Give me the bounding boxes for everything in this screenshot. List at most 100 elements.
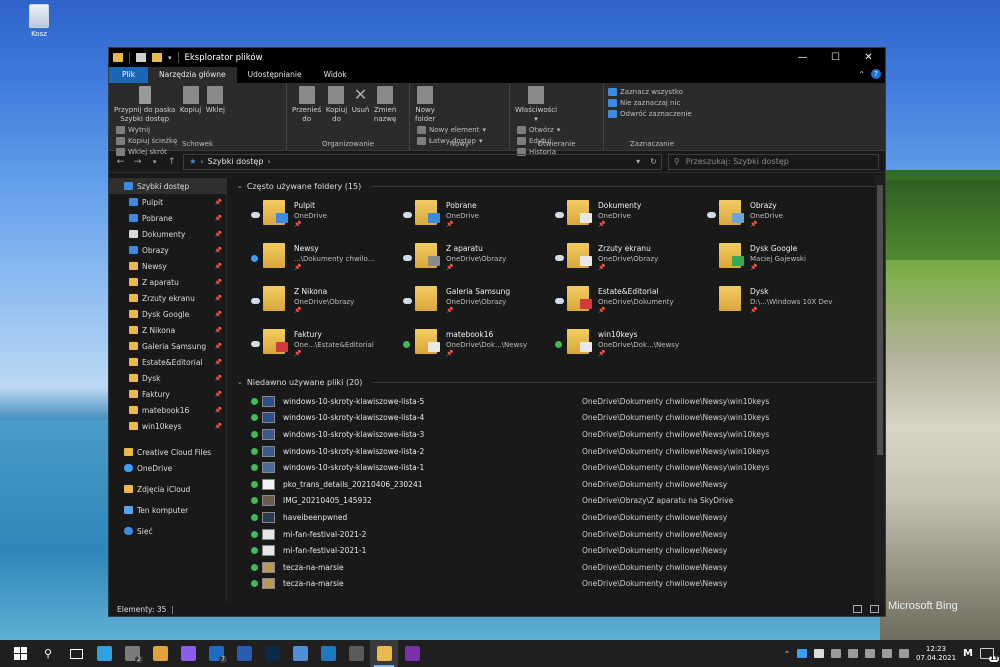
sidebar-item[interactable]: Sieć <box>109 523 226 539</box>
forward-arrow-icon[interactable]: → <box>132 157 143 167</box>
delete-button[interactable]: ✕ Usuń <box>352 86 370 115</box>
breadcrumb-quick-access[interactable]: Szybki dostęp <box>208 157 264 166</box>
taskbar-search[interactable]: ⚲ <box>34 640 62 667</box>
vertical-scrollbar[interactable] <box>875 175 885 602</box>
up-arrow-icon[interactable]: ↑ <box>166 157 177 167</box>
sidebar-item[interactable]: Z aparatu 📌 <box>109 274 226 290</box>
folder-tile[interactable]: win10keys OneDrive\Dok...\Newsy 📌 <box>555 325 707 368</box>
sidebar-item[interactable]: Pulpit 📌 <box>109 194 226 210</box>
file-row[interactable]: mi-fan-festival-2021-1 OneDrive\Dokumenty… <box>251 542 885 559</box>
new-item-button[interactable]: Nowy element ▾ <box>417 126 486 134</box>
taskbar-slack[interactable] <box>146 640 174 667</box>
taskbar-word[interactable] <box>230 640 258 667</box>
copy-button[interactable]: Kopiuj <box>180 86 201 115</box>
paste-shortcut-button[interactable]: Wklej skrót <box>116 148 177 156</box>
sidebar-item[interactable]: win10keys 📌 <box>109 418 226 434</box>
folder-tile[interactable]: Zrzuty ekranu OneDrive\Obrazy 📌 <box>555 239 707 282</box>
chevron-down-icon[interactable]: ▾ <box>168 54 172 62</box>
file-row[interactable]: windows-10-skroty-klawiszowe-lista-3 OneD… <box>251 426 885 443</box>
open-button[interactable]: Otwórz ▾ <box>517 126 560 134</box>
volume-icon[interactable] <box>881 649 892 658</box>
pin-icon[interactable]: 📌 <box>215 311 222 318</box>
taskbar-edge[interactable] <box>90 640 118 667</box>
frequent-folders-header[interactable]: ⌄ Często używane foldery (15) <box>237 178 885 194</box>
pin-icon[interactable]: 📌 <box>215 215 222 222</box>
taskbar-photoshop[interactable] <box>258 640 286 667</box>
tab-share[interactable]: Udostępnianie <box>237 67 313 83</box>
pin-icon[interactable]: 📌 <box>215 231 222 238</box>
sidebar-item[interactable]: Z Nikona 📌 <box>109 322 226 338</box>
invert-selection-button[interactable]: Odwróć zaznaczenie <box>608 110 692 118</box>
cut-button[interactable]: Wytnij <box>116 126 177 134</box>
pin-quick-access-button[interactable]: Przypnij do paska Szybki dostęp <box>114 86 175 124</box>
sidebar-item[interactable]: Newsy 📌 <box>109 258 226 274</box>
back-arrow-icon[interactable]: ← <box>115 157 126 167</box>
help-icon[interactable]: ? <box>871 69 881 79</box>
file-row[interactable]: mi-fan-festival-2021-2 OneDrive\Dokumenty… <box>251 526 885 543</box>
taskbar-explorer[interactable] <box>370 640 398 667</box>
file-row[interactable]: windows-10-skroty-klawiszowe-lista-1 OneD… <box>251 459 885 476</box>
sidebar-item-quick-access[interactable]: Szybki dostęp <box>109 178 226 194</box>
notifications-icon[interactable]: 13 <box>980 648 999 662</box>
folder-tile[interactable]: Dysk Google Maciej Gajewski 📌 <box>707 239 859 282</box>
pin-icon[interactable]: 📌 <box>215 391 222 398</box>
pin-icon[interactable]: 📌 <box>215 375 222 382</box>
sidebar-item[interactable]: Zdjęcia iCloud <box>109 481 226 497</box>
new-folder-button[interactable]: Nowy folder <box>415 86 435 124</box>
details-view-icon[interactable] <box>853 605 862 613</box>
folder-tile[interactable]: Dokumenty OneDrive 📌 <box>555 196 707 239</box>
search-field[interactable]: ⚲ Przeszukaj: Szybki dostęp <box>667 153 879 170</box>
keyboard-icon[interactable] <box>898 649 909 658</box>
recent-files-header[interactable]: ⌄ Niedawno używane pliki (20) <box>237 374 885 390</box>
move-to-button[interactable]: Przenieś do <box>292 86 321 124</box>
file-row[interactable]: windows-10-skroty-klawiszowe-lista-4 OneD… <box>251 410 885 427</box>
folder-tile[interactable]: Estate&Editorial OneDrive\Dokumenty 📌 <box>555 282 707 325</box>
recycle-bin[interactable]: Kosz <box>24 4 54 38</box>
folder-tile[interactable]: Newsy ...\Dokumenty chwilo... 📌 <box>251 239 403 282</box>
sidebar-item[interactable]: OneDrive <box>109 460 226 476</box>
pin-icon[interactable]: 📌 <box>215 263 222 270</box>
taskbar-task-view[interactable] <box>62 640 90 667</box>
pin-icon[interactable]: 📌 <box>215 247 222 254</box>
sidebar-item[interactable]: Dokumenty 📌 <box>109 226 226 242</box>
address-field[interactable]: ★ › Szybki dostęp › ▾ ↻ <box>183 153 662 170</box>
telegram-icon[interactable] <box>796 649 807 658</box>
taskbar-start[interactable] <box>6 640 34 667</box>
sidebar-item[interactable]: Pobrane 📌 <box>109 210 226 226</box>
taskbar-calculator[interactable] <box>342 640 370 667</box>
taskbar-trello[interactable] <box>314 640 342 667</box>
file-row[interactable]: IMG_20210405_145932 OneDrive\Obrazy\Z apa… <box>251 493 885 510</box>
file-row[interactable]: windows-10-skroty-klawiszowe-lista-5 OneD… <box>251 393 885 410</box>
wifi-icon[interactable] <box>864 649 875 658</box>
refresh-icon[interactable]: ↻ <box>650 157 657 166</box>
sidebar-item[interactable]: Dysk 📌 <box>109 370 226 386</box>
folder-tile[interactable]: Z Nikona OneDrive\Obrazy 📌 <box>251 282 403 325</box>
rename-button[interactable]: Zmień nazwę <box>374 86 396 124</box>
folder-tile[interactable]: Faktury One...\Estate&Editorial 📌 <box>251 325 403 368</box>
file-row[interactable]: pko_trans_details_20210406_230241 OneDriv… <box>251 476 885 493</box>
folder-tile[interactable]: Galeria Samsung OneDrive\Obrazy 📌 <box>403 282 555 325</box>
close-button[interactable]: ✕ <box>852 48 885 67</box>
sidebar-item[interactable]: Zrzuty ekranu 📌 <box>109 290 226 306</box>
taskbar-onenote[interactable] <box>398 640 426 667</box>
file-row[interactable]: tecza-na-marsie OneDrive\Dokumenty chwilo… <box>251 576 885 593</box>
collapse-ribbon-icon[interactable]: ⌃ <box>858 70 865 79</box>
tab-view[interactable]: Widok <box>313 67 358 83</box>
recent-locations-icon[interactable]: ▾ <box>149 158 160 166</box>
folder-tile[interactable]: Dysk D:\...\Windows 10X Dev 📌 <box>707 282 859 325</box>
app-logo-icon[interactable]: M <box>963 648 973 659</box>
taskbar-outlook[interactable]: 7 <box>202 640 230 667</box>
maximize-button[interactable]: ☐ <box>819 48 852 67</box>
sidebar-item[interactable]: Ten komputer <box>109 502 226 518</box>
sidebar-item[interactable]: Galeria Samsung 📌 <box>109 338 226 354</box>
folder-tile[interactable]: Z aparatu OneDrive\Obrazy 📌 <box>403 239 555 282</box>
select-none-button[interactable]: Nie zaznaczaj nic <box>608 99 692 107</box>
tiles-view-icon[interactable] <box>870 605 879 613</box>
scrollbar-thumb[interactable] <box>877 185 883 455</box>
pin-icon[interactable]: 📌 <box>215 279 222 286</box>
title-bar[interactable]: ▾ Eksplorator plików — ☐ ✕ <box>109 48 885 67</box>
file-row[interactable]: haveibeenpwned OneDrive\Dokumenty chwilow… <box>251 509 885 526</box>
file-row[interactable]: tecza-na-marsie OneDrive\Dokumenty chwilo… <box>251 559 885 576</box>
pin-icon[interactable]: 📌 <box>215 327 222 334</box>
tab-home[interactable]: Narzędzia główne <box>148 67 237 83</box>
